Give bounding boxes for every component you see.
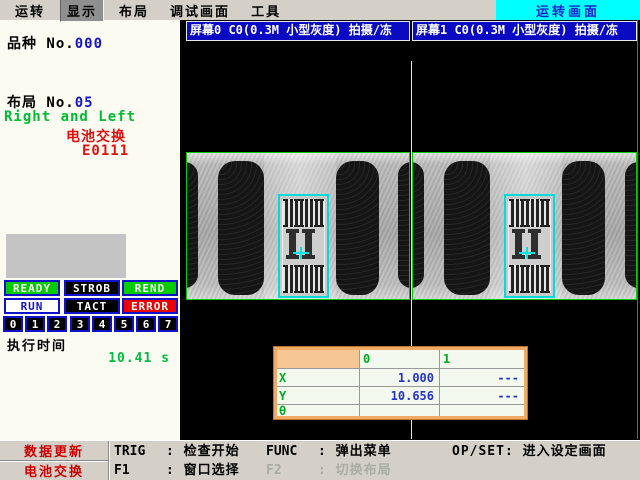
current-screen-badge: 运转画面	[496, 0, 640, 20]
blank-display-box	[6, 234, 126, 278]
status-panel: 品种 No.000 布局 No.05 Right and Left 电池交换 E…	[0, 20, 183, 440]
battery-exchange-indicator: 电池交换	[0, 461, 108, 480]
hint-f2-label: : 切换布局	[318, 463, 392, 478]
menu-item-run[interactable]: 运转	[9, 0, 51, 21]
menu-bar: 运转 显示 布局 调试画面 工具 运转画面	[0, 0, 640, 20]
result-table-col-0: 0	[360, 350, 440, 369]
menu-item-layout[interactable]: 布局	[113, 0, 155, 21]
row-x-value-0: 1.000	[360, 369, 440, 387]
error-code-text: E0111	[82, 143, 129, 159]
dark-slot-right-edge	[398, 162, 410, 288]
menu-item-tools[interactable]: 工具	[245, 0, 287, 21]
hint-f2: F2: 切换布局	[266, 462, 392, 479]
hint-trig: TRIG: 检查开始	[114, 443, 240, 460]
hint-f2-key: F2	[266, 462, 318, 479]
lamp-tact: TACT	[64, 298, 120, 314]
dark-slot-left-edge	[412, 162, 424, 288]
product-label: 品种 No.	[7, 36, 75, 52]
result-table-header-row: 0 1	[277, 350, 524, 369]
hint-opset-key: OP/SET:	[452, 444, 514, 459]
menu-item-debug-screen[interactable]: 调试画面	[164, 0, 236, 21]
product-number-value: 000	[75, 36, 103, 52]
dark-slot-right	[336, 161, 379, 295]
result-table-col-1: 1	[440, 350, 524, 369]
lamp-strob: STROB	[64, 280, 120, 296]
row-theta-value-1	[440, 405, 524, 416]
camera-indicator-7: 7	[158, 316, 178, 332]
crosshair-icon	[300, 247, 302, 259]
row-y-label: Y	[277, 387, 360, 405]
camera-indicator-2: 2	[47, 316, 67, 332]
table-row: θ	[277, 405, 524, 416]
camera-1-header: 屏幕1 C0(0.3M 小型灰度) 拍摄/冻	[412, 21, 637, 41]
row-x-value-1: ---	[440, 369, 524, 387]
component-grid-top	[509, 199, 550, 227]
table-row: Y 10.656 ---	[277, 387, 524, 405]
row-y-value-0: 10.656	[360, 387, 440, 405]
inspection-region-box	[278, 194, 329, 298]
table-row: X 1.000 ---	[277, 369, 524, 387]
component-grid-bottom	[283, 265, 324, 293]
camera-indicator-5: 5	[114, 316, 134, 332]
data-update-indicator: 数据更新	[0, 441, 108, 461]
hint-trig-key: TRIG	[114, 443, 166, 460]
camera-indicator-4: 4	[92, 316, 112, 332]
hint-func-label: : 弹出菜单	[318, 444, 392, 459]
dark-slot-left	[444, 161, 490, 295]
dark-slot-left	[218, 161, 264, 295]
exec-time-value: 10.41 s	[108, 351, 170, 366]
menu-item-display[interactable]: 显示	[60, 0, 104, 22]
camera-indicator-3: 3	[70, 316, 90, 332]
component-grid-top	[283, 199, 324, 227]
row-theta-value-0	[360, 405, 440, 416]
camera-indicator-6: 6	[136, 316, 156, 332]
hint-func: FUNC: 弹出菜单	[266, 443, 392, 460]
hint-f1: F1: 窗口选择	[114, 462, 240, 479]
inspection-region-box	[504, 194, 555, 298]
hint-f1-key: F1	[114, 462, 166, 479]
function-hint-bar: 数据更新 电池交换 TRIG: 检查开始 F1: 窗口选择 FUNC: 弹出菜单…	[0, 440, 640, 480]
vision-system-screen: 运转 显示 布局 调试画面 工具 运转画面 品种 No.000 布局 No.05…	[0, 0, 640, 480]
camera-0-header: 屏幕0 C0(0.3M 小型灰度) 拍摄/冻	[186, 21, 410, 41]
lamp-ready: READY	[4, 280, 60, 296]
component-grid-bottom	[509, 265, 550, 293]
product-number-line: 品种 No.000	[7, 33, 103, 53]
dark-slot-left-edge	[186, 162, 198, 288]
camera-indicator-0: 0	[3, 316, 23, 332]
layout-name: Right and Left	[4, 109, 136, 125]
hint-opset: OP/SET: 进入设定画面	[452, 443, 607, 460]
lamp-rend: REND	[122, 280, 178, 296]
dark-slot-right	[562, 161, 605, 295]
camera-1-image[interactable]	[412, 152, 637, 300]
hint-f1-label: : 窗口选择	[166, 463, 240, 478]
hint-func-key: FUNC	[266, 443, 318, 460]
camera-indicator-1: 1	[25, 316, 45, 332]
exec-time-label: 执行时间	[7, 335, 67, 354]
result-table-corner-cell	[277, 350, 360, 369]
hint-trig-label: : 检查开始	[166, 444, 240, 459]
row-y-value-1: ---	[440, 387, 524, 405]
dark-slot-right-edge	[625, 162, 637, 288]
hint-bar-left-column: 数据更新 电池交换	[0, 441, 109, 480]
lamp-error: ERROR	[122, 298, 178, 314]
hint-opset-label: 进入设定画面	[523, 444, 607, 459]
camera-0-image[interactable]	[186, 152, 410, 300]
row-theta-label: θ	[277, 405, 360, 416]
crosshair-icon	[526, 247, 528, 259]
row-x-label: X	[277, 369, 360, 387]
lamp-run: RUN	[4, 298, 60, 314]
result-table: 0 1 X 1.000 --- Y 10.656 --- θ	[274, 347, 527, 419]
